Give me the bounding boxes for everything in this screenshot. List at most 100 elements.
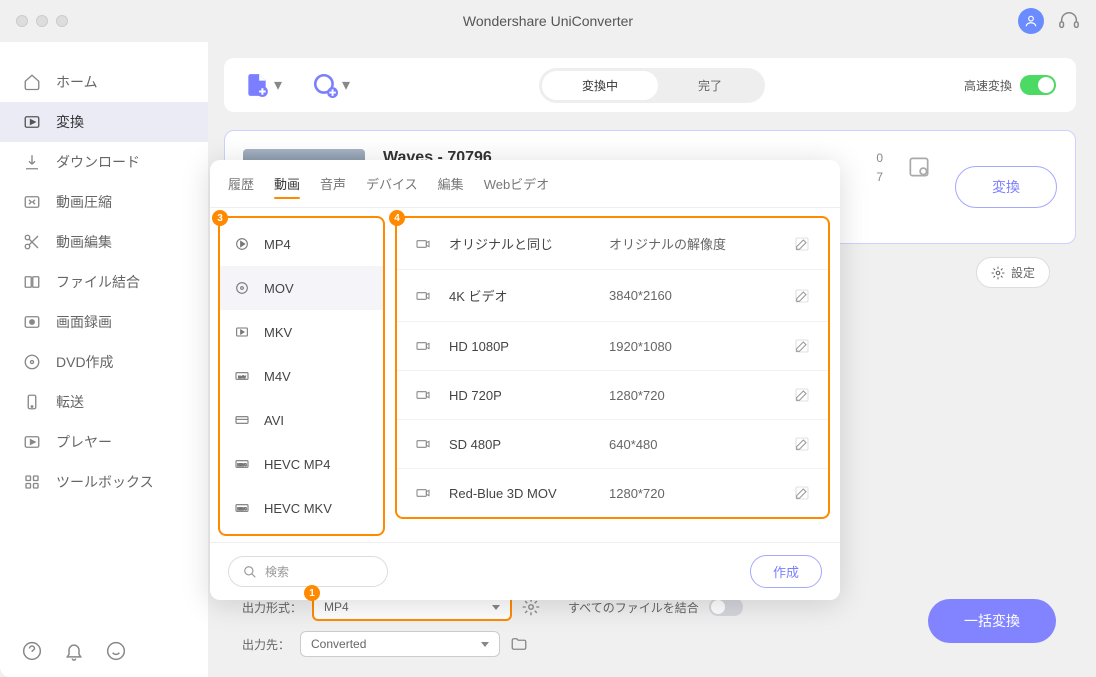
sidebar-item-player[interactable]: プレヤー	[0, 422, 208, 462]
convert-button[interactable]: 変換	[955, 166, 1057, 208]
tab-history[interactable]: 履歴	[228, 174, 254, 197]
seg-converting[interactable]: 変換中	[542, 71, 658, 100]
sidebar-item-convert[interactable]: 変換	[0, 102, 208, 142]
tab-video[interactable]: 動画	[274, 174, 300, 197]
chevron-down-icon	[481, 642, 489, 647]
sidebar-label: ホーム	[56, 72, 98, 92]
format-label: 出力形式：	[242, 599, 302, 616]
close-dot[interactable]	[16, 15, 28, 27]
format-mp4[interactable]: MP4	[220, 222, 383, 266]
bell-icon[interactable]	[64, 641, 84, 661]
sidebar-item-merge[interactable]: ファイル結合	[0, 262, 208, 302]
scissors-icon	[22, 232, 42, 252]
dest-dropdown[interactable]: Converted	[300, 631, 500, 657]
gear-icon[interactable]	[522, 598, 540, 616]
sidebar-item-transfer[interactable]: 転送	[0, 382, 208, 422]
sidebar-item-home[interactable]: ホーム	[0, 62, 208, 102]
sidebar-label: 転送	[56, 392, 84, 412]
format-hevc-mp4[interactable]: HEVCHEVC MP4	[220, 442, 383, 486]
tab-device[interactable]: デバイス	[366, 174, 418, 197]
seg-done[interactable]: 完了	[658, 71, 762, 100]
video-icon: HEVC	[232, 456, 252, 472]
merge-label: すべてのファイルを結合	[568, 599, 699, 616]
badge-4: 4	[389, 210, 405, 226]
format-m4v[interactable]: m4vM4V	[220, 354, 383, 398]
edit-icon[interactable]	[794, 288, 812, 304]
edit-icon[interactable]	[794, 436, 812, 452]
edit-icon[interactable]	[794, 338, 812, 354]
sidebar-label: プレヤー	[56, 432, 112, 452]
add-file-button[interactable]: ▾	[244, 72, 282, 98]
sidebar-item-dvd[interactable]: DVD作成	[0, 342, 208, 382]
chevron-down-icon: ▾	[342, 75, 350, 95]
folder-icon[interactable]	[510, 635, 528, 653]
edit-icon[interactable]	[794, 387, 812, 403]
video-icon	[413, 485, 435, 501]
tab-web[interactable]: Webビデオ	[484, 174, 550, 197]
res-1080p[interactable]: HD 1080P1920*1080	[397, 322, 828, 371]
sidebar-label: DVD作成	[56, 352, 114, 372]
sidebar-label: 動画圧縮	[56, 192, 112, 212]
batch-convert-button[interactable]: 一括変換	[928, 599, 1056, 643]
format-avi[interactable]: AVI	[220, 398, 383, 442]
video-icon	[413, 236, 435, 252]
sidebar-label: 画面録画	[56, 312, 112, 332]
sidebar-label: 変換	[56, 112, 84, 132]
res-original[interactable]: オリジナルと同じオリジナルの解像度	[397, 218, 828, 270]
help-icon[interactable]	[22, 641, 42, 661]
avatar[interactable]	[1018, 8, 1044, 34]
card-info: 0 7	[876, 149, 883, 225]
sidebar-item-compress[interactable]: 動画圧縮	[0, 182, 208, 222]
sidebar-label: ファイル結合	[56, 272, 140, 292]
tab-edit[interactable]: 編集	[438, 174, 464, 197]
merge-toggle[interactable]	[709, 598, 743, 616]
create-button[interactable]: 作成	[750, 555, 822, 588]
res-720p[interactable]: HD 720P1280*720	[397, 371, 828, 420]
download-icon	[22, 152, 42, 172]
video-icon	[232, 236, 252, 252]
dest-label: 出力先：	[242, 636, 290, 653]
res-480p[interactable]: SD 480P640*480	[397, 420, 828, 469]
speed-toggle[interactable]	[1020, 75, 1056, 95]
sidebar: ホーム 変換 ダウンロード 動画圧縮 動画編集 ファイル結合 画面録画 DVD作…	[0, 42, 208, 677]
segment-control: 変換中 完了	[539, 68, 765, 103]
feedback-icon[interactable]	[106, 641, 126, 661]
add-url-button[interactable]: ▾	[312, 72, 350, 98]
chevron-down-icon	[492, 605, 500, 610]
res-3d[interactable]: Red-Blue 3D MOV1280*720	[397, 469, 828, 517]
search-input[interactable]: 検索	[228, 556, 388, 587]
edit-icon[interactable]	[794, 236, 812, 252]
toolbox-icon	[22, 472, 42, 492]
app-title: Wondershare UniConverter	[463, 13, 633, 29]
home-icon	[22, 72, 42, 92]
sidebar-item-download[interactable]: ダウンロード	[0, 142, 208, 182]
speed-label: 高速変換	[964, 77, 1012, 94]
video-icon	[232, 412, 252, 428]
video-icon	[413, 436, 435, 452]
window-controls[interactable]	[16, 15, 68, 27]
format-mkv[interactable]: MKV	[220, 310, 383, 354]
minimize-dot[interactable]	[36, 15, 48, 27]
format-mov[interactable]: MOV	[220, 266, 383, 310]
svg-text:HEVC: HEVC	[237, 507, 247, 511]
video-icon	[232, 280, 252, 296]
badge-1: 1	[304, 585, 320, 601]
tab-audio[interactable]: 音声	[320, 174, 346, 197]
res-4k[interactable]: 4K ビデオ3840*2160	[397, 270, 828, 322]
sidebar-label: ダウンロード	[56, 152, 140, 172]
format-hevc-mkv[interactable]: HEVCHEVC MKV	[220, 486, 383, 530]
video-icon: HEVC	[232, 500, 252, 516]
settings-button[interactable]: 設定	[976, 257, 1050, 288]
player-icon	[22, 432, 42, 452]
file-settings-icon[interactable]	[901, 149, 937, 185]
sidebar-item-record[interactable]: 画面録画	[0, 302, 208, 342]
edit-icon[interactable]	[794, 485, 812, 501]
badge-3: 3	[212, 210, 228, 226]
headset-icon[interactable]	[1058, 10, 1080, 32]
video-icon	[413, 387, 435, 403]
video-icon: m4v	[232, 368, 252, 384]
svg-text:HEVC: HEVC	[237, 463, 247, 467]
sidebar-item-edit[interactable]: 動画編集	[0, 222, 208, 262]
sidebar-item-toolbox[interactable]: ツールボックス	[0, 462, 208, 502]
maximize-dot[interactable]	[56, 15, 68, 27]
